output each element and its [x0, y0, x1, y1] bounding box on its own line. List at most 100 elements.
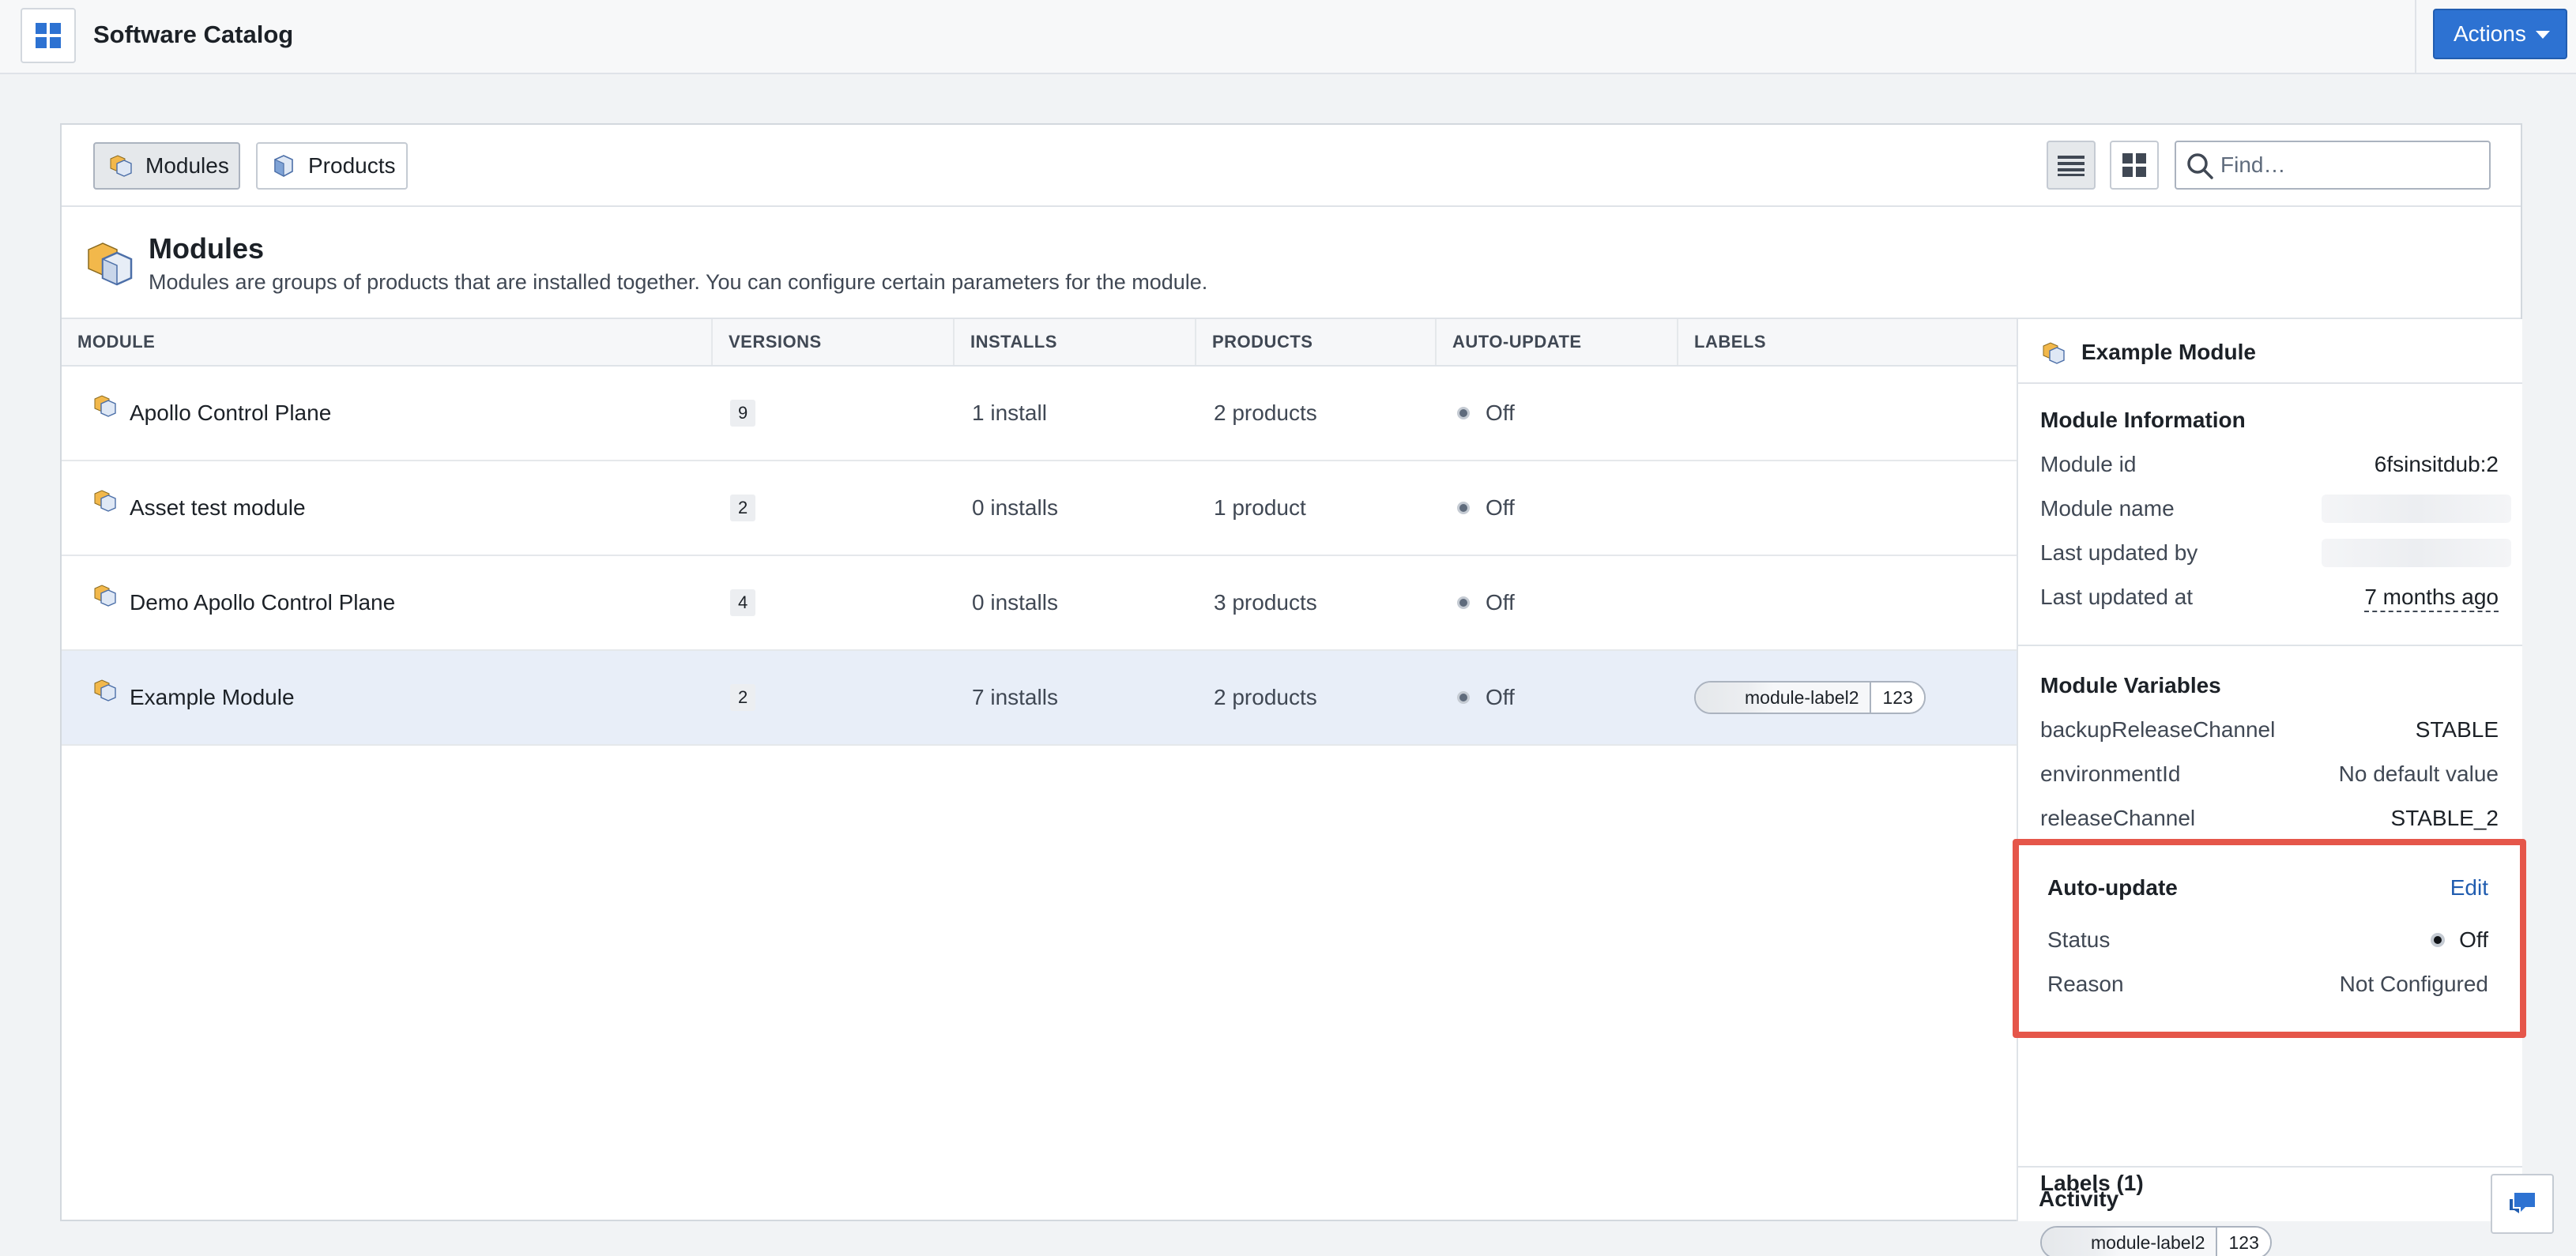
status-dot-icon	[1457, 407, 1470, 419]
installs-cell: 1 install	[972, 400, 1047, 425]
version-count-tag: 9	[730, 400, 756, 427]
auto-update-section: Auto-update Edit Status Off Reason Not C…	[2013, 839, 2526, 1038]
section-title: Modules	[149, 232, 265, 265]
module-name[interactable]: Demo Apollo Control Plane	[130, 590, 395, 615]
auto-update-cell: Off	[1457, 367, 1515, 460]
auto-update-cell: Off	[1457, 651, 1515, 744]
variable-label: releaseChannel	[2040, 806, 2196, 830]
module-information-title: Module Information	[2040, 408, 2246, 432]
status-dot-icon	[1457, 691, 1470, 704]
label-tag[interactable]: module-label2 123	[2040, 1226, 2272, 1256]
module-cell: Apollo Control Plane	[92, 367, 331, 460]
module-icon	[94, 585, 116, 607]
versions-cell: 2	[730, 651, 756, 744]
grid-view-button[interactable]	[2110, 141, 2159, 190]
table-header: MODULE VERSIONS INSTALLS PRODUCTS AUTO-U…	[62, 319, 2017, 367]
last-updated-by-label: Last updated by	[2040, 540, 2198, 565]
list-view-button[interactable]	[2047, 141, 2096, 190]
product-cube-icon	[274, 155, 293, 178]
column-header-products[interactable]: PRODUCTS	[1196, 319, 1437, 365]
actions-label: Actions	[2454, 21, 2526, 46]
grid-apps-icon[interactable]	[21, 8, 76, 63]
chat-bubble-icon	[2510, 1193, 2535, 1213]
column-header-labels[interactable]: LABELS	[1678, 319, 2017, 365]
panel-title: Example Module	[2081, 340, 2256, 364]
module-name[interactable]: Example Module	[130, 685, 295, 710]
toolbar: Modules Products	[62, 125, 2521, 207]
versions-cell: 4	[730, 556, 756, 649]
module-name-label: Module name	[2040, 496, 2175, 521]
redacted-value	[2322, 495, 2511, 523]
search-input[interactable]	[2220, 149, 2481, 182]
module-icon	[2043, 342, 2065, 364]
installs-cell: 0 installs	[972, 495, 1058, 520]
module-cell: Asset test module	[92, 461, 306, 555]
activity-title: Activity	[2039, 1186, 2119, 1211]
auto-update-value: Off	[1486, 685, 1515, 709]
products-cell: 3 products	[1214, 590, 1317, 615]
panel-header: Example Module	[2018, 319, 2522, 384]
panel-labels: module-label2 123	[2040, 1226, 2272, 1256]
label-count: 123	[1871, 683, 1924, 713]
last-updated-at-value[interactable]: 7 months ago	[2364, 585, 2499, 612]
status-dot-icon	[1457, 596, 1470, 609]
module-id-value: 6fsinsitdub:2	[2374, 452, 2499, 476]
tab-modules[interactable]: Modules	[93, 142, 240, 190]
list-view-icon	[2058, 156, 2085, 176]
label-name: module-label2	[2042, 1228, 2218, 1256]
products-cell: 2 products	[1214, 400, 1317, 425]
status-text: Off	[2459, 927, 2488, 952]
version-count-tag: 2	[730, 684, 756, 711]
reason-label: Reason	[2047, 972, 2124, 996]
products-cell: 1 product	[1214, 495, 1306, 520]
module-icon	[94, 395, 116, 417]
top-bar: Software Catalog Actions	[0, 0, 2576, 74]
column-header-module[interactable]: MODULE	[62, 319, 713, 365]
search-box	[2175, 141, 2491, 190]
module-name[interactable]: Apollo Control Plane	[130, 400, 331, 426]
variable-value: STABLE_2	[2390, 806, 2499, 830]
column-header-auto-update[interactable]: AUTO-UPDATE	[1437, 319, 1678, 365]
variable-value: STABLE	[2415, 717, 2499, 742]
grid-view-icon	[2122, 153, 2146, 177]
status-value: Off	[2431, 927, 2488, 953]
label-name: module-label2	[1696, 683, 1872, 713]
versions-cell: 2	[730, 461, 756, 555]
edit-auto-update-link[interactable]: Edit	[2450, 875, 2488, 901]
tab-products[interactable]: Products	[256, 142, 408, 190]
versions-cell: 9	[730, 367, 756, 460]
relative-time[interactable]: 7 months ago	[2364, 585, 2499, 612]
status-dot-icon	[1457, 502, 1470, 514]
table-row[interactable]: Demo Apollo Control Plane 4 0 installs 3…	[62, 556, 2017, 651]
version-count-tag: 2	[730, 495, 756, 521]
modules-icon	[88, 243, 133, 286]
module-id-label: Module id	[2040, 452, 2137, 476]
redacted-value	[2322, 539, 2511, 567]
actions-button[interactable]: Actions	[2433, 9, 2567, 59]
module-icon	[94, 490, 116, 512]
module-name[interactable]: Asset test module	[130, 495, 306, 521]
table-row[interactable]: Apollo Control Plane 9 1 install 2 produ…	[62, 367, 2017, 461]
label-tag[interactable]: module-label2 123	[1694, 681, 1926, 714]
feedback-button[interactable]	[2491, 1174, 2554, 1234]
column-header-installs[interactable]: INSTALLS	[955, 319, 1196, 365]
tab-products-label: Products	[308, 153, 396, 178]
installs-cell: 0 installs	[972, 590, 1058, 615]
installs-cell: 7 installs	[972, 685, 1058, 709]
caret-down-icon	[2536, 31, 2550, 39]
variable-label: environmentId	[2040, 761, 2181, 786]
status-label: Status	[2047, 927, 2111, 952]
last-updated-at-label: Last updated at	[2040, 585, 2194, 609]
table-row[interactable]: Asset test module 2 0 installs 1 product…	[62, 461, 2017, 556]
status-dot-icon	[2431, 933, 2446, 947]
module-icon	[110, 155, 132, 177]
column-header-versions[interactable]: VERSIONS	[713, 319, 955, 365]
module-cell: Demo Apollo Control Plane	[92, 556, 395, 649]
tab-modules-label: Modules	[145, 153, 229, 178]
section-header: Modules Modules are groups of products t…	[62, 207, 2521, 319]
variable-label: backupReleaseChannel	[2040, 717, 2276, 742]
variable-value: No default value	[2338, 761, 2499, 786]
table-row-selected[interactable]: Example Module 2 7 installs 2 products O…	[62, 651, 2017, 746]
app-title: Software Catalog	[93, 21, 294, 48]
auto-update-title: Auto-update	[2047, 875, 2178, 900]
